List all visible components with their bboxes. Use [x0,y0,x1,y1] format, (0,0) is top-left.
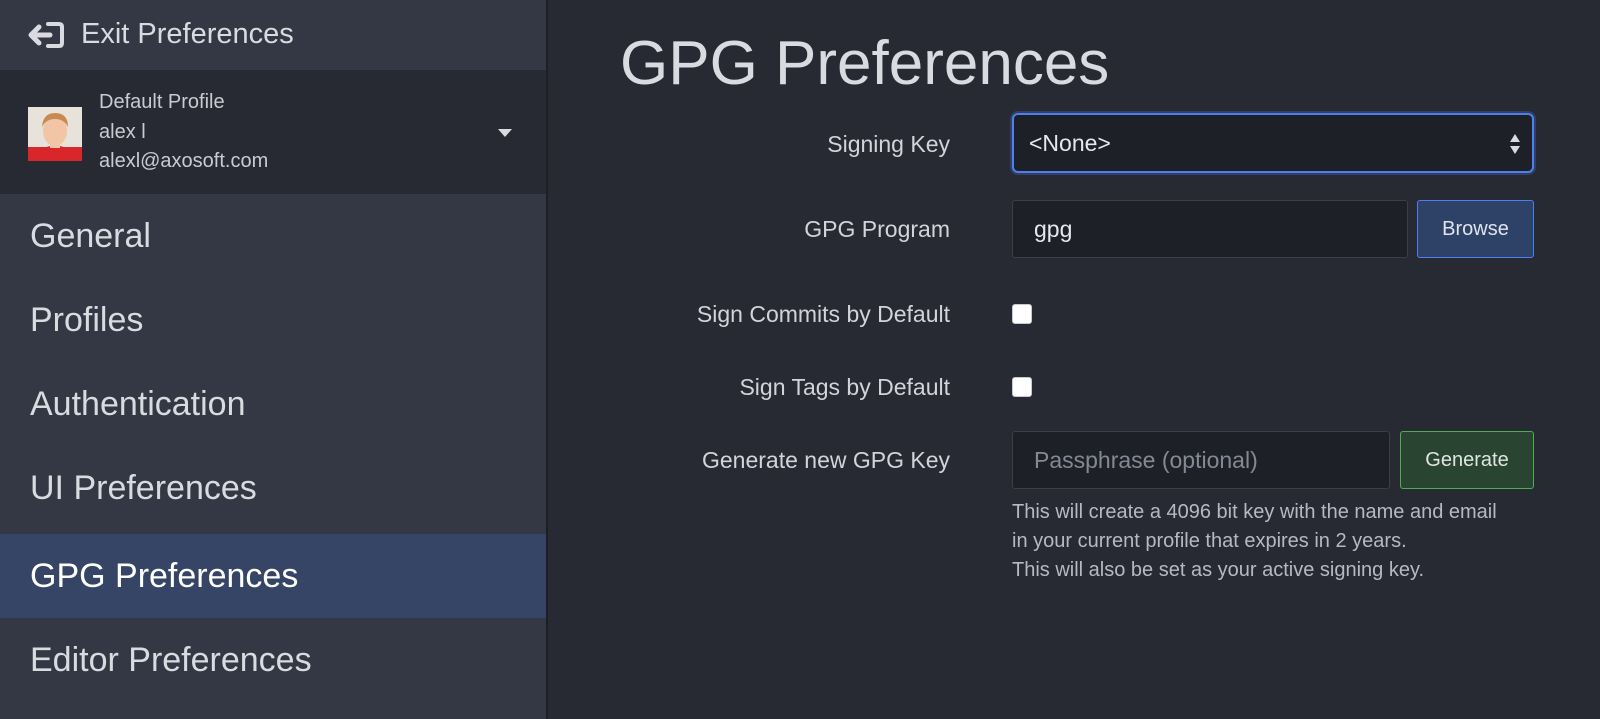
help-line: This will also be set as your active sig… [1012,559,1425,581]
avatar [28,107,82,161]
help-line: in your current profile that expires in … [1012,530,1407,552]
sign-commits-checkbox[interactable] [1012,304,1032,324]
sidebar: Exit Preferences Default Profile alex l … [0,0,548,719]
preferences-window: Exit Preferences Default Profile alex l … [0,0,1600,719]
generate-key-label: Generate new GPG Key [701,447,950,473]
signing-key-select[interactable]: <None> [1012,113,1534,173]
profile-name: Default Profile [99,91,225,113]
exit-preferences-button[interactable]: Exit Preferences [0,0,546,70]
help-line: This will create a 4096 bit key with the… [1012,501,1497,523]
exit-preferences-label: Exit Preferences [81,18,294,50]
generate-key-help-text: This will create a 4096 bit key with the… [1012,498,1552,585]
sidebar-item-label: GPG Preferences [30,557,299,595]
sidebar-item-authentication[interactable]: Authentication [0,362,546,446]
select-arrows-icon [1510,134,1520,154]
sidebar-item-label: General [30,217,151,255]
passphrase-input[interactable]: Passphrase (optional) [1012,431,1390,489]
profile-email: alexl@axosoft.com [99,150,269,172]
profile-selector[interactable]: Default Profile alex l alexl@axosoft.com [0,70,546,194]
sidebar-item-ui-preferences[interactable]: UI Preferences [0,446,546,530]
gpg-program-input[interactable]: gpg [1012,200,1408,258]
sidebar-item-label: Editor Preferences [30,641,312,679]
gpg-program-label: GPG Program [804,216,950,242]
signing-key-value: <None> [1029,130,1111,156]
browse-button[interactable]: Browse [1417,200,1534,258]
passphrase-placeholder: Passphrase (optional) [1034,447,1258,473]
gpg-program-value: gpg [1034,216,1073,242]
sign-commits-label: Sign Commits by Default [696,301,950,327]
sidebar-item-label: UI Preferences [30,469,257,507]
main-panel: GPG Preferences Signing Key <None> GPG P… [550,0,1600,719]
exit-arrow-icon [28,22,64,48]
profile-username: alex l [99,121,146,143]
generate-button[interactable]: Generate [1400,431,1534,489]
sign-tags-label: Sign Tags by Default [739,374,950,400]
sidebar-item-profiles[interactable]: Profiles [0,278,546,362]
sidebar-item-general[interactable]: General [0,194,546,278]
sidebar-item-editor-preferences[interactable]: Editor Preferences [0,618,546,702]
sidebar-item-gpg-preferences[interactable]: GPG Preferences [0,534,546,618]
sidebar-item-label: Profiles [30,301,144,339]
signing-key-label: Signing Key [827,131,950,157]
page-title: GPG Preferences [620,29,1110,98]
caret-down-icon[interactable] [497,127,513,139]
sidebar-item-label: Authentication [30,385,246,423]
sign-tags-checkbox[interactable] [1012,377,1032,397]
